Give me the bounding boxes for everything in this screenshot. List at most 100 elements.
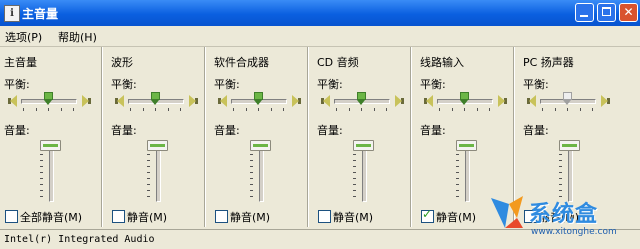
speaker-right-icon (394, 95, 404, 107)
balance-tick (554, 108, 556, 111)
mute-checkbox[interactable]: 全部静音(M) (5, 209, 82, 225)
volume-slider-thumb[interactable] (250, 140, 271, 151)
balance-tick (361, 108, 362, 111)
volume-label: 音量: (420, 124, 446, 137)
volume-tick (40, 160, 43, 161)
balance-tick (167, 108, 169, 111)
balance-tick (567, 108, 568, 111)
balance-tick (142, 108, 144, 111)
watermark: 系统盒 www.xitonghe.com (487, 190, 639, 246)
watermark-url: www.xitonghe.com (531, 227, 617, 237)
balance-tick (48, 108, 49, 111)
watermark-text: 系统盒 (529, 202, 599, 227)
balance-tick (579, 108, 581, 111)
speaker-left-icon (218, 95, 228, 107)
volume-tick (147, 166, 150, 167)
volume-tick (559, 184, 562, 185)
volume-slider-track[interactable] (49, 142, 54, 202)
balance-tick (73, 108, 74, 111)
checkbox-box[interactable] (215, 210, 228, 223)
volume-tick (250, 196, 253, 197)
volume-tick (147, 154, 150, 155)
volume-tick (147, 184, 150, 185)
volume-slider-track[interactable] (465, 142, 470, 202)
balance-slider-thumb[interactable] (563, 92, 572, 105)
checkbox-box[interactable] (112, 210, 125, 223)
speaker-left-icon (321, 95, 331, 107)
menu-help[interactable]: 帮助(H) (58, 29, 97, 45)
volume-tick (40, 172, 43, 173)
volume-tick (40, 154, 43, 155)
volume-tick (250, 154, 253, 155)
balance-tick (245, 108, 247, 111)
balance-label: 平衡: (4, 78, 30, 91)
checkbox-box[interactable] (318, 210, 331, 223)
volume-tick (559, 166, 562, 167)
volume-slider-track[interactable] (156, 142, 161, 202)
checkbox-box[interactable] (421, 207, 434, 223)
balance-slider-thumb[interactable] (151, 92, 160, 105)
column-separator (410, 47, 412, 227)
close-button[interactable]: ✕ (619, 3, 638, 22)
balance-tick (386, 108, 387, 111)
mute-checkbox[interactable]: 静音(M) (215, 209, 270, 225)
volume-tick (250, 160, 253, 161)
speaker-right-icon (81, 95, 91, 107)
channel-title: 主音量 (4, 56, 37, 69)
volume-tick (40, 184, 43, 185)
balance-slider-thumb[interactable] (44, 92, 53, 105)
balance-slider-thumb[interactable] (254, 92, 263, 105)
volume-tick (40, 178, 43, 179)
volume-tick (353, 154, 356, 155)
volume-tick (456, 160, 459, 161)
mute-label: 全部静音(M) (20, 211, 83, 224)
maximize-button[interactable] (597, 3, 616, 22)
mixer-column: CD 音频 平衡: 音量: 静音(M) (313, 47, 408, 227)
balance-tick (489, 108, 490, 111)
minimize-button[interactable] (575, 3, 594, 22)
balance-label: 平衡: (111, 78, 137, 91)
channel-title: 软件合成器 (214, 56, 269, 69)
mixer-column: 主音量 平衡: 音量: 全部静音(M) (4, 47, 99, 227)
speaker-right-icon (188, 95, 198, 107)
window-title: 主音量 (22, 7, 59, 21)
balance-tick (155, 108, 156, 111)
mute-label: 静音(M) (127, 211, 168, 224)
volume-tick (353, 184, 356, 185)
balance-slider-thumb[interactable] (460, 92, 469, 105)
speaker-left-icon (8, 95, 18, 107)
status-text: Intel(r) Integrated Audio (4, 234, 155, 245)
volume-tick (250, 178, 253, 179)
volume-slider-thumb[interactable] (353, 140, 374, 151)
mute-checkbox[interactable]: 静音(M) (112, 209, 167, 225)
watermark-logo-icon (491, 196, 523, 228)
checkbox-box[interactable] (5, 210, 18, 223)
mute-label: 静音(M) (333, 211, 374, 224)
balance-tick (476, 108, 478, 111)
channel-title: CD 音频 (317, 56, 359, 69)
balance-tick (464, 108, 465, 111)
balance-tick (60, 108, 62, 111)
mixer-column: 波形 平衡: 音量: 静音(M) (107, 47, 202, 227)
channel-title: PC 扬声器 (523, 56, 574, 69)
menu-options[interactable]: 选项(P) (5, 29, 42, 45)
volume-tick (456, 154, 459, 155)
volume-label: 音量: (523, 124, 549, 137)
volume-tick (147, 172, 150, 173)
balance-slider-thumb[interactable] (357, 92, 366, 105)
title-bar[interactable]: i 主音量 ✕ (0, 0, 640, 26)
volume-tick (559, 154, 562, 155)
mute-checkbox[interactable]: 静音(M) (421, 207, 476, 225)
volume-tick (147, 196, 150, 197)
balance-tick (592, 108, 593, 111)
balance-tick (35, 108, 37, 111)
mute-checkbox[interactable]: 静音(M) (318, 209, 373, 225)
volume-tick (353, 190, 356, 191)
volume-slider-thumb[interactable] (456, 140, 477, 151)
balance-tick (439, 108, 440, 111)
volume-slider-track[interactable] (362, 142, 367, 202)
volume-slider-track[interactable] (259, 142, 264, 202)
volume-slider-thumb[interactable] (559, 140, 580, 151)
volume-slider-thumb[interactable] (147, 140, 168, 151)
volume-slider-thumb[interactable] (40, 140, 61, 151)
